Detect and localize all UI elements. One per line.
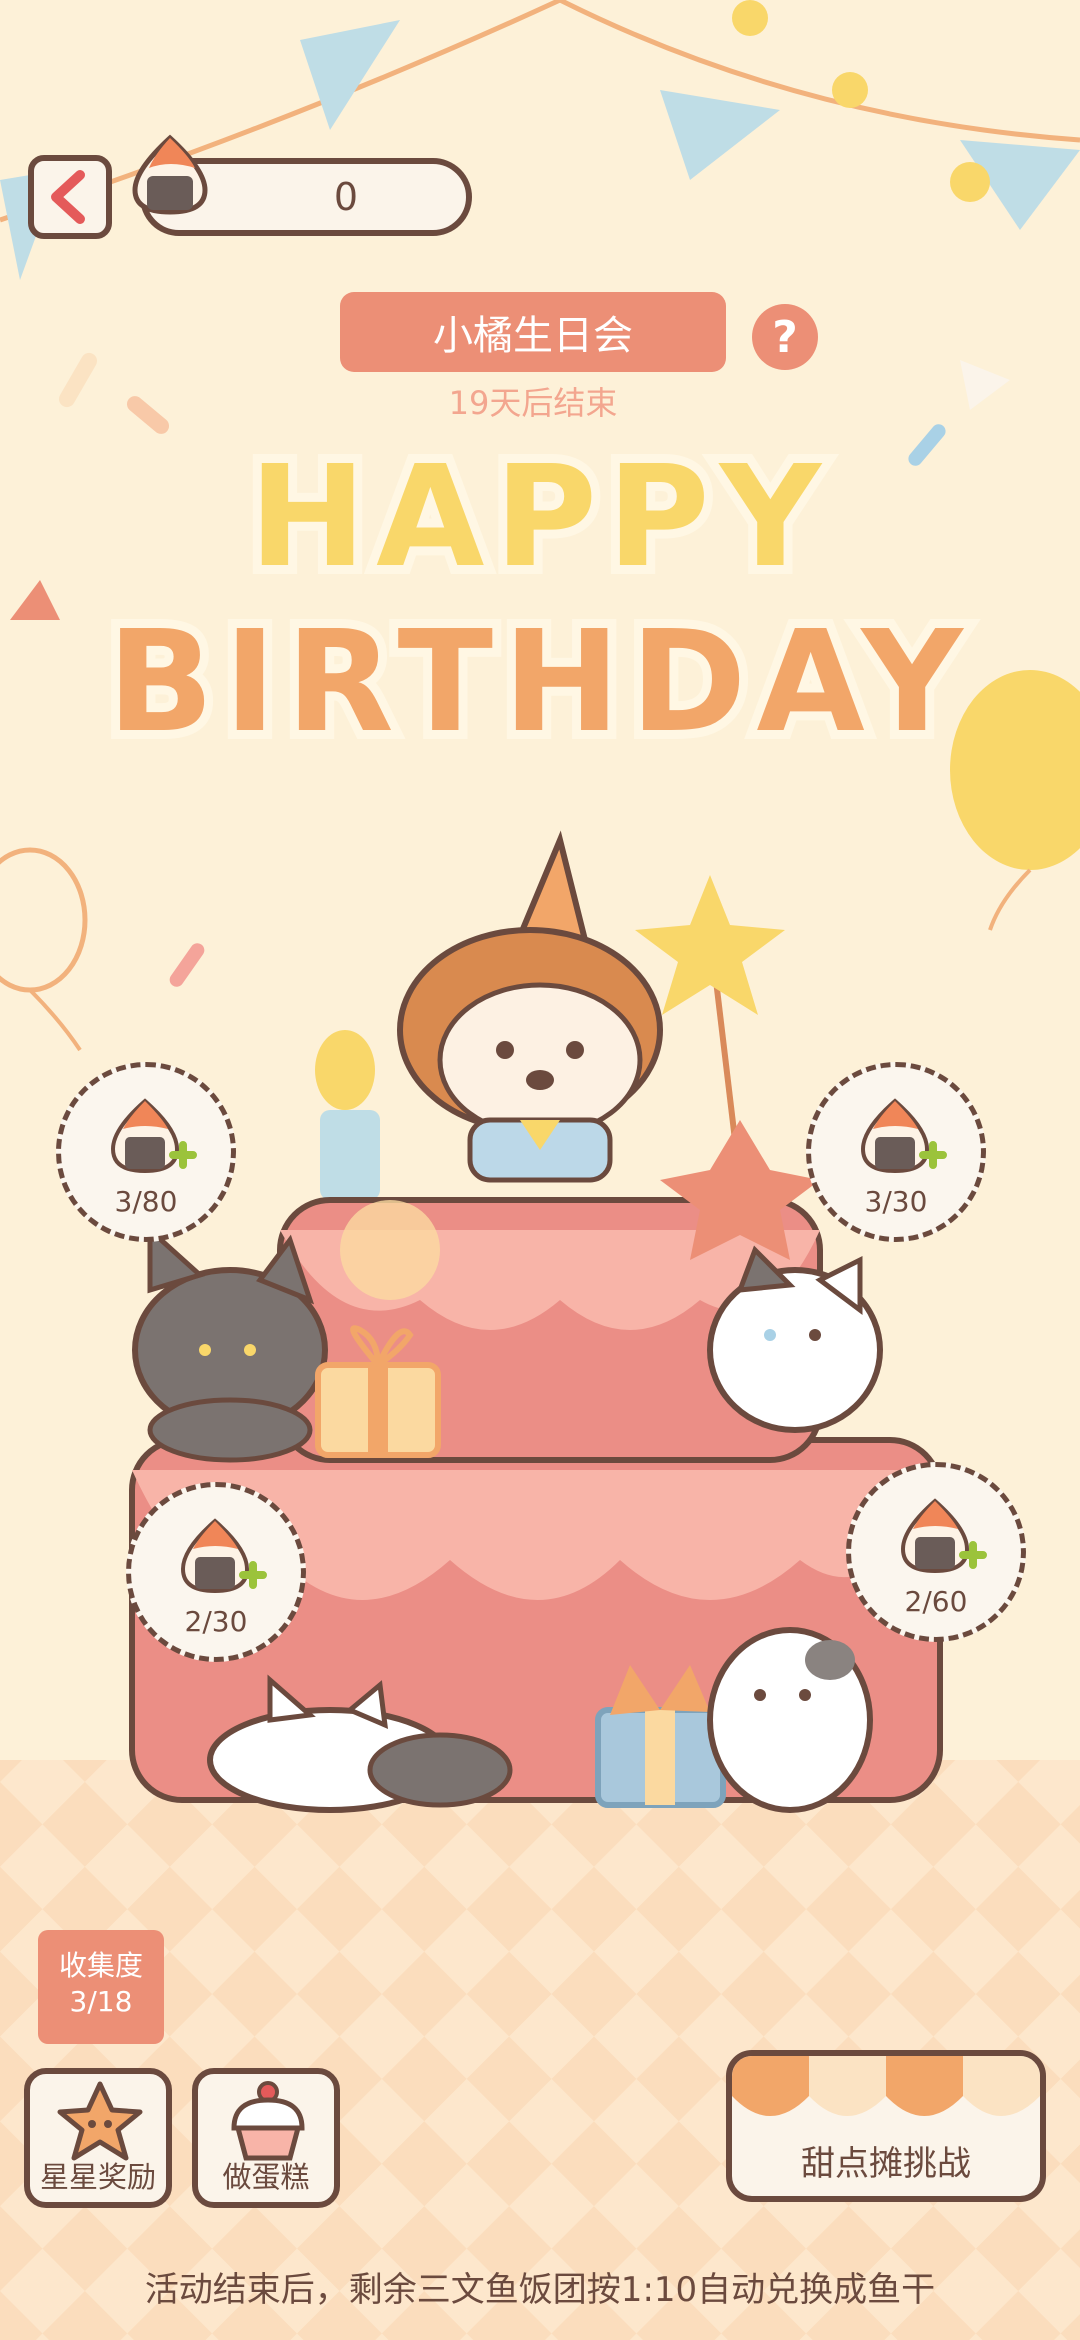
star-icon [57, 2081, 143, 2161]
salmon-onigiri-add-icon [900, 1498, 987, 1574]
feed-spot-1[interactable]: 3/80 [56, 1062, 236, 1242]
salmon-onigiri-icon [125, 130, 215, 224]
grey-cat [132, 1224, 328, 1463]
feed-spot-count: 2/30 [184, 1605, 248, 1638]
salmon-onigiri-add-icon [180, 1518, 267, 1594]
happy-birthday-banner: HAPPY BIRTHDAY [98, 427, 973, 773]
stall-awning-icon [732, 2056, 1040, 2116]
white-cat-spotted [707, 1627, 873, 1813]
question-mark-icon: ? [772, 311, 798, 363]
back-button[interactable] [28, 155, 112, 239]
feed-spot-2[interactable]: 3/30 [806, 1062, 986, 1242]
dessert-stall-label: 甜点摊挑战 [801, 2144, 971, 2184]
collection-value: 3/18 [69, 1985, 133, 2018]
exchange-notice: 活动结束后，剩余三文鱼饭团按1:10自动兑换成鱼干 [144, 2270, 936, 2310]
cupcake-icon [231, 2081, 305, 2161]
make-cake-label: 做蛋糕 [222, 2160, 310, 2194]
collection-label: 收集度 [58, 1949, 143, 1982]
event-title: 小橘生日会 [340, 292, 726, 372]
banner-line-1: HAPPY [249, 436, 831, 599]
help-button[interactable]: ? [752, 304, 818, 370]
chevron-left-icon [51, 170, 85, 224]
feed-spot-count: 2/60 [904, 1585, 968, 1618]
feed-spot-4[interactable]: 2/60 [846, 1462, 1026, 1642]
feed-spot-count: 3/30 [864, 1185, 928, 1218]
banner-line-2: BIRTHDAY [107, 601, 973, 764]
collection-progress[interactable]: 收集度 3/18 [38, 1930, 164, 2044]
dessert-stall-challenge-button[interactable]: 甜点摊挑战 [726, 2050, 1046, 2202]
salmon-onigiri-add-icon [860, 1098, 947, 1174]
feed-spot-3[interactable]: 2/30 [126, 1482, 306, 1662]
make-cake-button[interactable]: 做蛋糕 [192, 2068, 340, 2208]
event-countdown: 19天后结束 [448, 384, 618, 422]
xiaoju-character [397, 830, 663, 1183]
salmon-onigiri-add-icon [110, 1098, 197, 1174]
star-reward-label: 星星奖励 [39, 2160, 156, 2194]
feed-spot-count: 3/80 [114, 1185, 178, 1218]
star-reward-button[interactable]: 星星奖励 [24, 2068, 172, 2208]
